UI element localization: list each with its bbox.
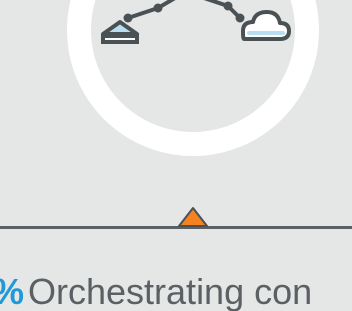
percent-symbol: %	[0, 271, 24, 311]
caption-text: %Orchestrating con	[0, 270, 352, 311]
slide-stage: %Orchestrating con	[0, 0, 352, 311]
triangle-marker-icon	[178, 207, 208, 227]
caption-label: Orchestrating con	[28, 271, 313, 311]
progress-ring-graphic	[67, 0, 319, 156]
